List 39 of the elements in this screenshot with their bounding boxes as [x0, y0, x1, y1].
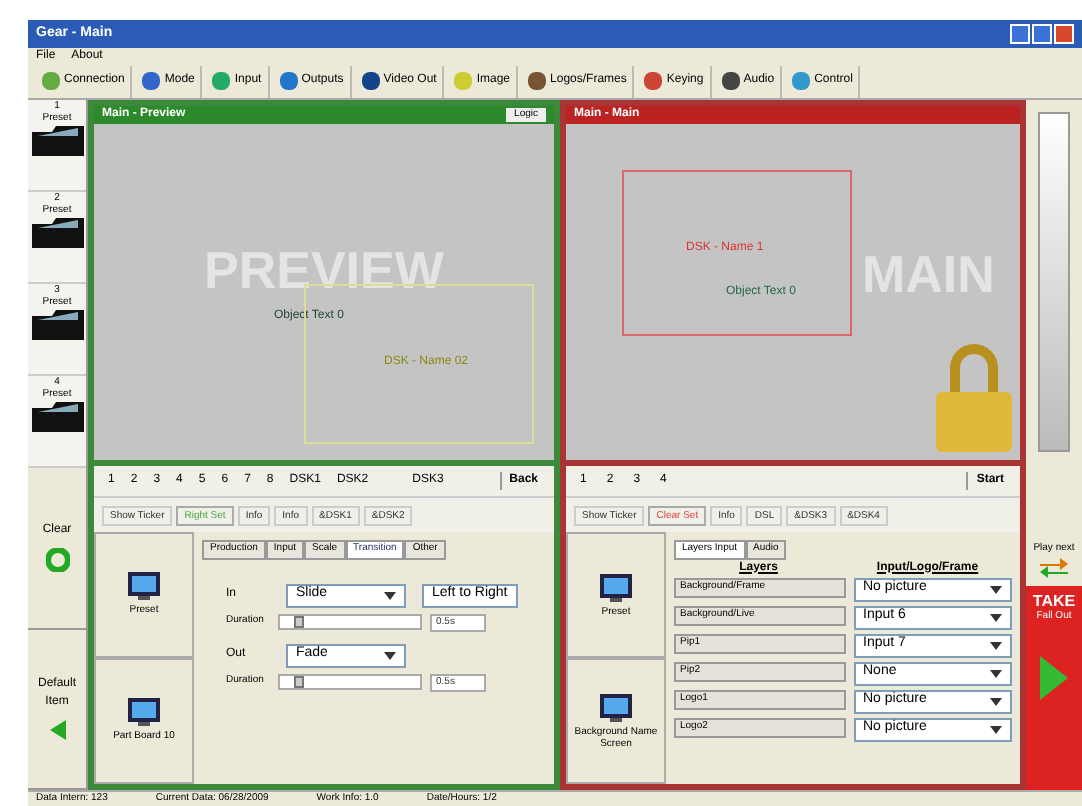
toolbar-icon [644, 72, 663, 90]
maximize-button[interactable] [1032, 24, 1052, 44]
dropdown-arrow-icon [990, 725, 1002, 733]
folder-icon [31, 308, 83, 340]
play-icon [1040, 656, 1068, 700]
monitor-icon [598, 692, 634, 724]
slider-thumb[interactable] [293, 676, 304, 688]
monitor-icon [598, 572, 634, 604]
slider-thumb[interactable] [293, 616, 304, 628]
minimize-button[interactable] [1010, 24, 1030, 44]
folder-icon [31, 216, 83, 248]
toolbar-icon [721, 72, 740, 90]
dropdown-arrow-icon [384, 651, 396, 659]
toolbar-icon [212, 72, 231, 90]
toolbar-icon [792, 72, 811, 90]
recycle-icon [45, 548, 69, 573]
toolbar-icon [361, 72, 380, 90]
dropdown-arrow-icon [990, 697, 1002, 705]
dropdown-arrow-icon [384, 591, 396, 599]
toolbar-icon [528, 72, 547, 90]
toolbar-icon [42, 72, 60, 90]
toolbar-icon [142, 72, 161, 90]
dropdown-arrow-icon [990, 641, 1002, 649]
toolbar-icon [454, 72, 473, 90]
padlock-icon [932, 340, 1016, 456]
close-button[interactable] [1054, 24, 1074, 44]
folder-icon [31, 400, 83, 432]
monitor-icon [126, 570, 162, 603]
dropdown-arrow-icon [990, 585, 1002, 593]
dropdown-arrow-icon [990, 613, 1002, 621]
swap-arrows-icon [1040, 557, 1068, 577]
toolbar-icon [279, 72, 298, 90]
left-arrow-icon [49, 720, 65, 741]
duration-slider[interactable] [278, 674, 422, 690]
folder-icon [31, 124, 83, 156]
duration-slider[interactable] [278, 614, 422, 630]
transition-bar[interactable] [1038, 112, 1070, 452]
monitor-icon [126, 696, 162, 729]
dropdown-arrow-icon [990, 669, 1002, 677]
